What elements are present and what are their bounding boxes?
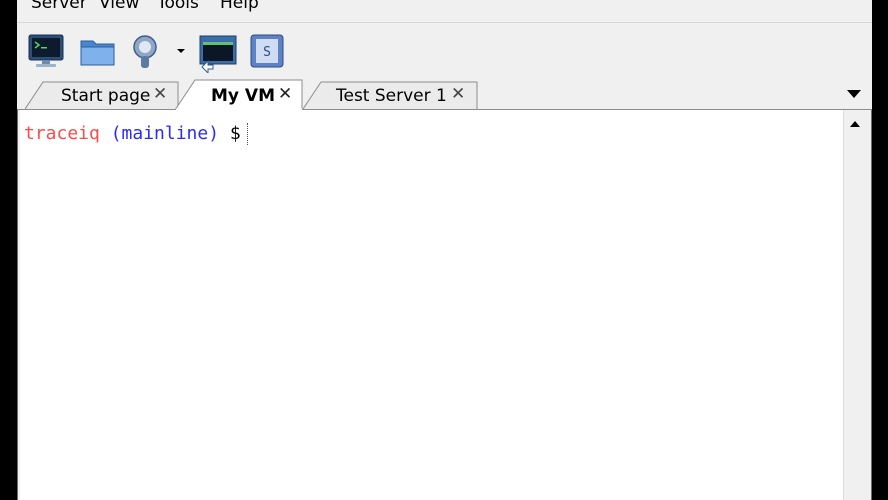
svg-text:S: S <box>263 45 271 60</box>
close-icon[interactable]: ✕ <box>153 85 167 103</box>
close-icon[interactable]: ✕ <box>278 85 292 103</box>
script-icon: S <box>250 34 284 68</box>
open-folder-button[interactable] <box>77 31 119 73</box>
monitor-icon <box>28 34 64 67</box>
menu-bar: Server View Tools Help <box>17 0 872 23</box>
tab-strip: Start page ✕ Test Server 1 ✕ My VM ✕ <box>17 76 872 110</box>
tab-label: Test Server 1 <box>336 86 447 106</box>
prompt-branch: (mainline) <box>110 123 220 144</box>
tab-label: Start page <box>61 86 151 106</box>
toolbar: S <box>17 23 872 76</box>
chevron-down-icon[interactable] <box>175 45 187 57</box>
close-icon[interactable]: ✕ <box>451 85 465 103</box>
new-server-button[interactable] <box>26 31 68 73</box>
prompt-symbol: $ <box>229 123 241 144</box>
tab-test-server-1[interactable]: Test Server 1 ✕ <box>303 81 478 109</box>
tab-start-page[interactable]: Start page ✕ <box>25 81 179 109</box>
script-button[interactable]: S <box>247 31 289 73</box>
vertical-scrollbar[interactable] <box>843 110 867 500</box>
tab-my-vm[interactable]: My VM ✕ <box>175 79 303 110</box>
terminal-window-icon <box>199 35 237 73</box>
tab-label: My VM <box>211 86 275 106</box>
menu-server[interactable]: Server <box>31 0 87 13</box>
text-cursor <box>246 123 248 145</box>
prompt-user: traceiq <box>24 123 100 144</box>
menu-view[interactable]: View <box>99 0 139 13</box>
tab-list-dropdown-icon[interactable] <box>846 89 862 99</box>
menu-tools[interactable]: Tools <box>157 0 199 13</box>
scroll-up-arrow-icon[interactable] <box>850 120 860 127</box>
terminal-window-button[interactable] <box>197 31 239 73</box>
menu-help[interactable]: Help <box>220 0 259 13</box>
tools-wizard-button[interactable] <box>127 31 169 73</box>
app-window: Server View Tools Help S Start page ✕ Te… <box>17 0 872 500</box>
terminal-prompt: traceiq (mainline) $ <box>24 123 248 145</box>
tools-wizard-icon <box>133 35 157 68</box>
terminal-pane[interactable]: traceiq (mainline) $ <box>20 110 843 500</box>
folder-icon <box>80 40 115 66</box>
